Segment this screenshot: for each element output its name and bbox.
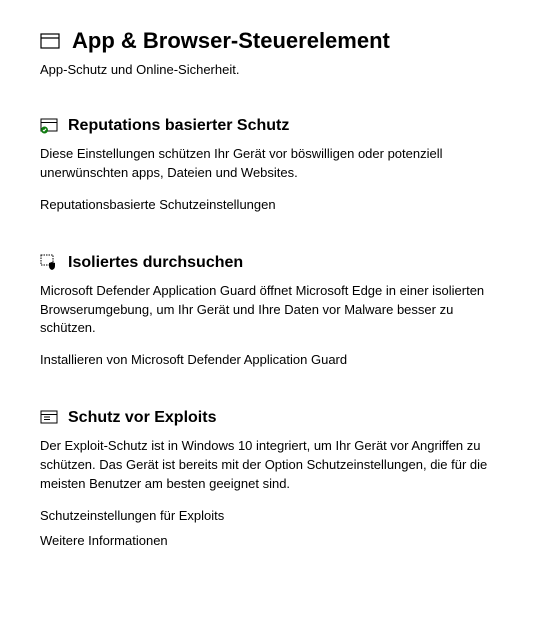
reputation-icon [40,117,58,135]
section-isolated-header: Isoliertes durchsuchen [40,254,503,272]
reputation-settings-link[interactable]: Reputationsbasierte Schutzeinstellungen [40,197,503,212]
exploit-settings-link[interactable]: Schutzeinstellungen für Exploits [40,508,503,523]
isolated-browsing-icon [40,254,58,272]
exploit-protection-icon [40,409,58,427]
page-header: App & Browser-Steuerelement [40,28,503,54]
section-exploit-header: Schutz vor Exploits [40,409,503,427]
section-reputation: Reputations basierter Schutz Diese Einst… [40,117,503,212]
section-exploit-title: Schutz vor Exploits [68,409,216,427]
section-exploit-desc: Der Exploit-Schutz ist in Windows 10 int… [40,437,503,494]
section-isolated-desc: Microsoft Defender Application Guard öff… [40,282,503,339]
section-reputation-header: Reputations basierter Schutz [40,117,503,135]
section-reputation-title: Reputations basierter Schutz [68,117,289,135]
app-browser-icon [40,31,60,51]
more-info-link[interactable]: Weitere Informationen [40,533,503,548]
section-isolated: Isoliertes durchsuchen Microsoft Defende… [40,254,503,368]
section-reputation-desc: Diese Einstellungen schützen Ihr Gerät v… [40,145,503,183]
page-subtitle: App-Schutz und Online-Sicherheit. [40,62,503,77]
section-isolated-title: Isoliertes durchsuchen [68,254,243,272]
page-title: App & Browser-Steuerelement [72,28,390,54]
install-app-guard-link[interactable]: Installieren von Microsoft Defender Appl… [40,352,503,367]
section-exploit: Schutz vor Exploits Der Exploit-Schutz i… [40,409,503,548]
